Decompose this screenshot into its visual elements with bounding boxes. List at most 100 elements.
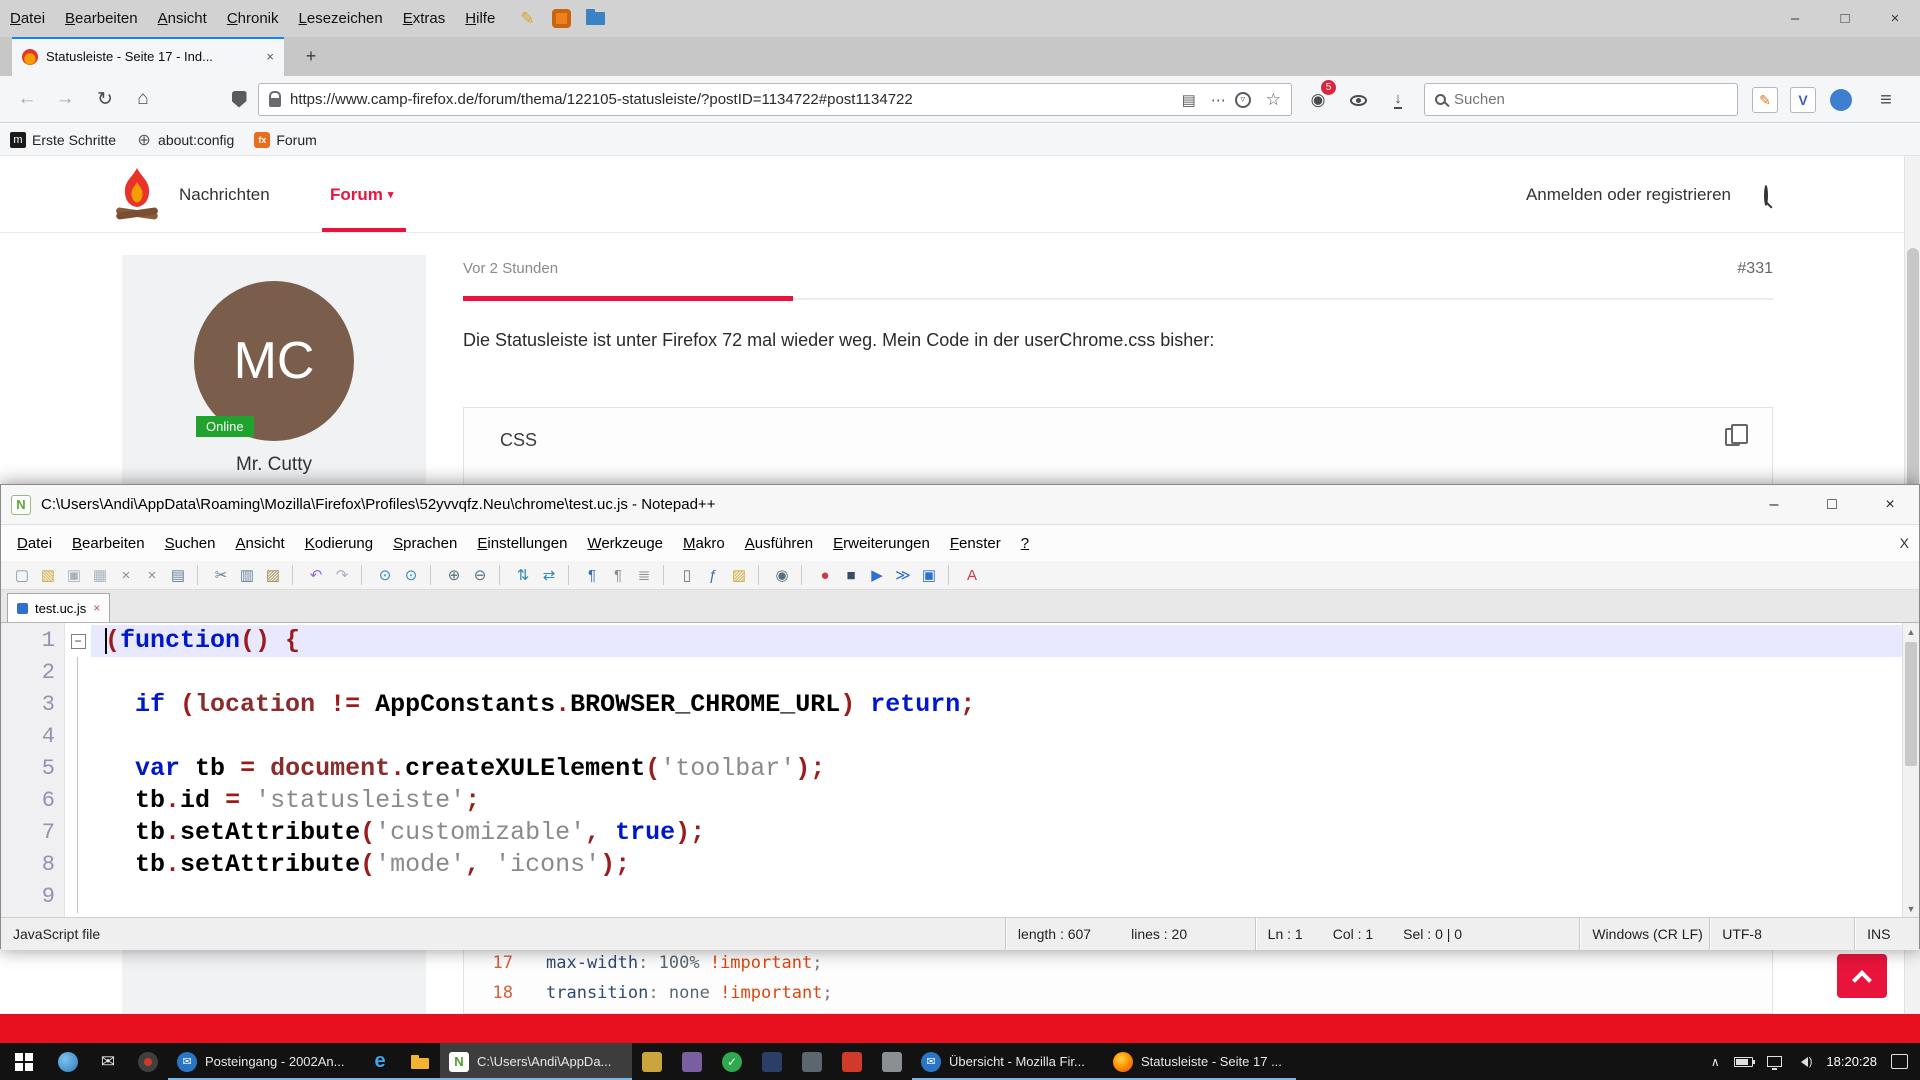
tracking-protection-shield-icon[interactable] xyxy=(222,82,256,116)
tray-expand-icon[interactable]: ∧ xyxy=(1711,1055,1720,1069)
copy-icon[interactable]: ▥ xyxy=(234,564,260,587)
paste-icon[interactable]: ▨ xyxy=(260,564,286,587)
firefox-menu-item[interactable]: Extras xyxy=(393,6,456,31)
back-button[interactable]: ← xyxy=(10,82,44,116)
scrollbar-up-icon[interactable]: ▲ xyxy=(1903,623,1919,640)
macro-stop-icon[interactable]: ■ xyxy=(838,564,864,587)
notepad-menu-item[interactable]: Datei xyxy=(7,531,62,556)
download-icon[interactable]: ↓ xyxy=(1382,84,1414,116)
search-bar[interactable] xyxy=(1424,83,1738,116)
extension-eye-icon[interactable] xyxy=(1342,84,1374,116)
new-file-icon[interactable]: ▢ xyxy=(9,564,35,587)
blue-extension-icon[interactable] xyxy=(1828,87,1854,113)
battery-icon[interactable] xyxy=(1734,1057,1753,1067)
taskbar-item[interactable] xyxy=(792,1043,832,1080)
minimize-button[interactable]: – xyxy=(1770,0,1820,37)
taskbar-item[interactable]: NC:\Users\Andi\AppDa... xyxy=(440,1043,632,1080)
network-icon[interactable] xyxy=(1767,1056,1782,1067)
zoom-out-icon[interactable]: ⊖ xyxy=(467,564,493,587)
taskbar-item[interactable]: ✉Übersicht - Mozilla Fir... xyxy=(912,1043,1104,1080)
open-folder-icon[interactable]: ▧ xyxy=(35,564,61,587)
reader-view-icon[interactable]: ▤ xyxy=(1182,91,1196,109)
taskbar-item[interactable] xyxy=(672,1043,712,1080)
notepad-menu-item[interactable]: Sprachen xyxy=(383,531,467,556)
taskbar-item[interactable]: Statusleiste - Seite 17 ... xyxy=(1104,1043,1296,1080)
pocket-icon[interactable]: ▿ xyxy=(1235,92,1251,108)
notepad-menu-item[interactable]: Kodierung xyxy=(295,531,383,556)
bookmark-star-icon[interactable]: ☆ xyxy=(1266,90,1281,110)
nav-forum[interactable]: Forum ▾ xyxy=(330,156,393,233)
firefox-menu-item[interactable]: Lesezeichen xyxy=(289,6,393,31)
function-list-icon[interactable]: ƒ xyxy=(700,564,726,587)
sync-horizontal-icon[interactable]: ⇄ xyxy=(536,564,562,587)
search-input[interactable] xyxy=(1454,91,1727,108)
taskbar-item[interactable]: e xyxy=(360,1043,400,1080)
notepad-menu-item[interactable]: Makro xyxy=(673,531,735,556)
notepad-menu-item[interactable]: ? xyxy=(1011,531,1039,556)
firefox-menu-item[interactable]: Hilfe xyxy=(455,6,505,31)
show-all-characters-icon[interactable]: ¶ xyxy=(605,564,631,587)
bookmark-item[interactable]: mErste Schritte xyxy=(10,132,116,148)
post-number[interactable]: #331 xyxy=(1737,260,1773,278)
hamburger-menu-icon[interactable]: ≡ xyxy=(1870,84,1902,116)
close-button[interactable]: × xyxy=(1861,485,1919,525)
notepad-menu-item[interactable]: Ansicht xyxy=(226,531,295,556)
new-tab-button[interactable]: + xyxy=(296,42,326,71)
notepad-menu-item[interactable]: Fenster xyxy=(940,531,1011,556)
redo-icon[interactable]: ↷ xyxy=(329,564,355,587)
status-encoding[interactable]: UTF-8 xyxy=(1709,918,1854,950)
notepad-menu-item[interactable]: Werkzeuge xyxy=(577,531,673,556)
sync-vertical-icon[interactable]: ⇅ xyxy=(510,564,536,587)
find-icon[interactable]: ⊙ xyxy=(372,564,398,587)
notepad-editor[interactable]: 1−(function() {23 if (location != AppCon… xyxy=(1,623,1919,917)
extension-folder-icon[interactable] xyxy=(583,7,607,31)
macro-run-multiple-icon[interactable]: ≫ xyxy=(890,564,916,587)
document-close-x[interactable]: X xyxy=(1900,535,1909,551)
bookmark-item[interactable]: ⊕about:config xyxy=(136,132,234,148)
notepad-menu-item[interactable]: Ausführen xyxy=(735,531,823,556)
word-wrap-icon[interactable]: ¶ xyxy=(579,564,605,587)
taskbar-pinned-disc[interactable] xyxy=(128,1043,168,1080)
macro-save-icon[interactable]: ▣ xyxy=(916,564,942,587)
nav-nachrichten[interactable]: Nachrichten xyxy=(179,156,270,233)
campfire-logo-icon[interactable] xyxy=(114,166,160,229)
maximize-button[interactable]: □ xyxy=(1803,485,1861,525)
bookmark-item[interactable]: fxForum xyxy=(254,132,316,148)
folder-as-workspace-icon[interactable]: ▨ xyxy=(726,564,752,587)
extension-pencil-icon[interactable]: ✎ xyxy=(515,7,539,31)
notepad-menu-item[interactable]: Bearbeiten xyxy=(62,531,155,556)
copy-code-icon[interactable] xyxy=(1725,428,1740,446)
close-all-icon[interactable]: × xyxy=(139,564,165,587)
indent-guide-icon[interactable]: ≣ xyxy=(631,564,657,587)
taskbar-clock[interactable]: 18:20:28 xyxy=(1826,1054,1877,1069)
status-insert-mode[interactable]: INS xyxy=(1854,918,1919,950)
taskbar-pinned-sphere[interactable] xyxy=(48,1043,88,1080)
taskbar-item[interactable]: ✓ xyxy=(712,1043,752,1080)
notepad-titlebar[interactable]: N C:\Users\Andi\AppData\Roaming\Mozilla\… xyxy=(1,485,1919,525)
forum-search-icon[interactable] xyxy=(1764,187,1768,205)
volume-icon[interactable]: ) xyxy=(1796,1056,1813,1068)
firefox-menu-item[interactable]: Datei xyxy=(0,6,55,31)
document-tab-close-icon[interactable]: × xyxy=(93,601,100,615)
taskbar-pinned-mail[interactable]: ✉ xyxy=(88,1043,128,1080)
notepad-menu-item[interactable]: Erweiterungen xyxy=(823,531,940,556)
taskbar-item[interactable] xyxy=(752,1043,792,1080)
reload-button[interactable]: ↻ xyxy=(88,82,122,116)
login-link[interactable]: Anmelden oder registrieren xyxy=(1526,156,1731,233)
tab-close-icon[interactable]: × xyxy=(266,49,274,64)
close-file-icon[interactable]: × xyxy=(113,564,139,587)
home-button[interactable]: ⌂ xyxy=(126,82,160,116)
macro-record-icon[interactable]: ● xyxy=(812,564,838,587)
undo-icon[interactable]: ↶ xyxy=(303,564,329,587)
cut-icon[interactable]: ✂ xyxy=(208,564,234,587)
browser-tab[interactable]: Statusleiste - Seite 17 - Ind... × xyxy=(12,37,284,76)
save-all-icon[interactable]: ▦ xyxy=(87,564,113,587)
action-center-icon[interactable] xyxy=(1891,1054,1908,1069)
print-icon[interactable]: ▤ xyxy=(165,564,191,587)
page-actions-icon[interactable]: ⋯ xyxy=(1211,91,1226,109)
extension-badge-icon[interactable]: ◉ 5 xyxy=(1302,84,1334,116)
note-extension-icon[interactable]: ✎ xyxy=(1752,87,1778,113)
editor-scrollbar[interactable]: ▲ ▼ xyxy=(1902,623,1919,917)
macro-play-icon[interactable]: ▶ xyxy=(864,564,890,587)
replace-icon[interactable]: ⊙ xyxy=(398,564,424,587)
